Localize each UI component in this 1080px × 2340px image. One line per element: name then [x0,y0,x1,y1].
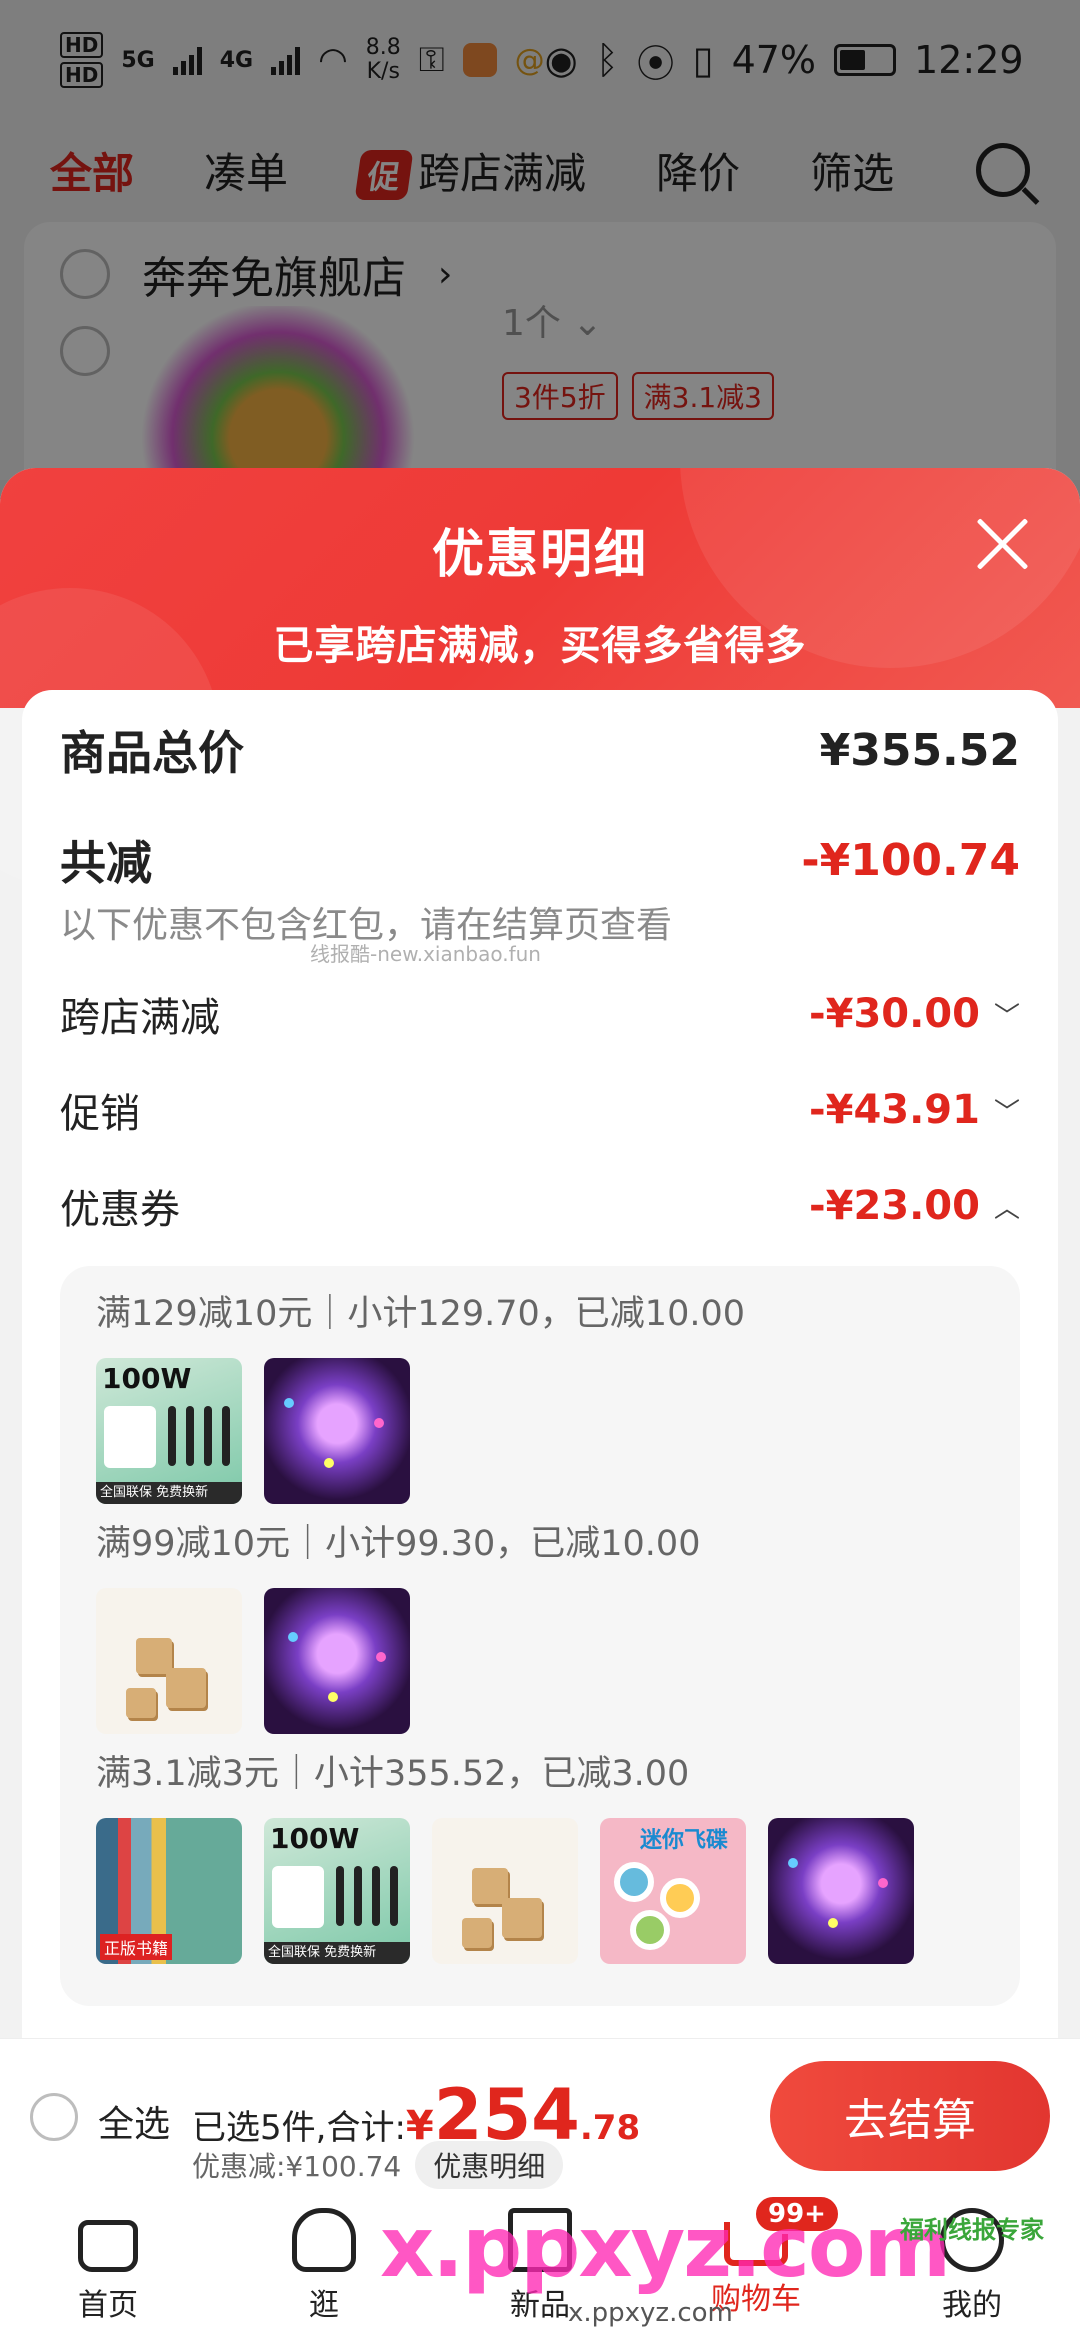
cable [222,1406,230,1466]
cable [336,1866,344,1926]
checkout-button[interactable]: 去结算 [770,2061,1050,2171]
discount-item-label: 跨店满减 [60,995,220,1041]
checkout-discount-line: 优惠减:¥100.74 优惠明细 [192,2141,564,2189]
cable [372,1866,380,1926]
total-saved-value: -¥100.74 [801,834,1020,886]
product-thumb-wings[interactable] [768,1818,914,1964]
amount-decimal: .78 [579,2108,641,2148]
light-dot [376,1652,386,1662]
discount-item-value: -¥23.00 [809,1183,980,1229]
light-dot [374,1418,384,1428]
sheet-body: 商品总价 ¥355.52 共减 -¥100.74 以下优惠不包含红包，请在结算页… [22,690,1058,2038]
light-dot [328,1692,338,1702]
charger-plug [104,1406,156,1468]
puzzle-block [502,1898,542,1938]
discount-item-value: -¥43.91 [809,1087,980,1133]
close-icon[interactable] [974,516,1030,572]
cable [186,1406,194,1466]
thumb-title: 100W [270,1822,360,1855]
thumb-tag: 正版书籍 [100,1934,173,1960]
discount-item-promotion[interactable]: 促销 -¥43.91 ﹀ [60,1062,1020,1158]
discount-item-value: -¥30.00 [809,991,980,1037]
modal-overlay[interactable] [0,0,1080,480]
product-thumb-puzzle[interactable] [432,1818,578,1964]
thumb-bar: 全国联保 免费换新 [264,1942,410,1964]
puzzle-block [126,1688,156,1718]
chevron-up-icon: ︿ [993,1193,1020,1224]
browse-face-icon [292,2208,356,2272]
puzzle-block [462,1918,492,1948]
coupon-rule: 满3.1减3元｜小计355.52，已减3.00 [96,1754,690,1794]
light-dot [284,1398,294,1408]
tab-label: 首页 [78,2288,138,2323]
spinner-disc [630,1910,670,1950]
product-thumb-puzzle[interactable] [96,1588,242,1734]
discount-item-value-wrap: -¥30.00 ﹀ [809,991,1020,1037]
watermark-logo: 福利线报专家 [900,2216,1044,2244]
spinner-disc [614,1862,654,1902]
watermark-big: x.ppxyz.com [380,2198,951,2296]
select-all-label[interactable]: 全选 [98,2095,170,2147]
coupon-rule: 满99减10元｜小计99.30，已减10.00 [96,1524,701,1564]
light-dot [828,1918,838,1928]
coupon-products: 100W 全国联保 免费换新 [96,1358,984,1504]
total-saved-row: 共减 -¥100.74 [60,830,1020,891]
light-dot [288,1632,298,1642]
spinner-disc [660,1878,700,1918]
product-thumb-wings[interactable] [264,1358,410,1504]
tab-home[interactable]: 首页 [33,2208,183,2324]
checkout-bar: 全选 已选5件,合计: ¥ 254 .78 优惠减:¥100.74 优惠明细 去… [0,2038,1080,2190]
cable [354,1866,362,1926]
light-dot [324,1458,334,1468]
home-icon [78,2220,138,2272]
product-thumb-charger[interactable]: 100W 全国联保 免费换新 [264,1818,410,1964]
select-all-checkbox[interactable] [30,2093,78,2141]
total-price-value: ¥355.52 [819,724,1020,776]
chevron-down-icon: ﹀ [993,1001,1020,1032]
charger-plug [272,1866,324,1928]
discount-item-label: 促销 [60,1091,140,1137]
total-price-label: 商品总价 [60,726,244,780]
coupon-products [96,1588,984,1734]
total-price-row: 商品总价 ¥355.52 [60,720,1020,781]
tab-label: 我的 [942,2288,1002,2323]
coupon-rule: 满129减10元｜小计129.70，已减10.00 [96,1294,746,1334]
thumb-bar: 全国联保 免费换新 [96,1482,242,1504]
cable [168,1406,176,1466]
cable [204,1406,212,1466]
discount-amount-text: 优惠减:¥100.74 [192,2150,402,2183]
light-dot [878,1878,888,1888]
puzzle-block [166,1668,206,1708]
thumb-title: 100W [102,1362,192,1395]
light-dot [788,1858,798,1868]
discount-item-coupon[interactable]: 优惠券 -¥23.00 ︿ [60,1158,1020,1254]
product-thumb-spinner[interactable]: 迷你飞碟 [600,1818,746,1964]
coupon-detail-box: 满129减10元｜小计129.70，已减10.00 100W 全国联保 免费换新… [60,1266,1020,2006]
product-thumb-books[interactable]: 正版书籍 [96,1818,242,1964]
tab-browse[interactable]: 逛 [249,2208,399,2324]
discount-detail-sheet: 优惠明细 已享跨店满减，买得多省得多 商品总价 ¥355.52 共减 -¥100… [0,468,1080,2038]
chevron-down-icon: ﹀ [993,1097,1020,1128]
discount-item-cross-store[interactable]: 跨店满减 -¥30.00 ﹀ [60,966,1020,1062]
watermark-small: x.ppxyz.com [568,2298,733,2328]
discount-item-value-wrap: -¥43.91 ﹀ [809,1087,1020,1133]
tab-label: 逛 [309,2288,339,2323]
discount-item-value-wrap: -¥23.00 ︿ [809,1183,1020,1229]
discount-item-label: 优惠券 [60,1187,180,1233]
total-saved-label: 共减 [60,836,152,890]
product-thumb-wings[interactable] [264,1588,410,1734]
checkout-summary: 已选5件,合计: ¥ 254 .78 [192,2074,641,2156]
discount-detail-button[interactable]: 优惠明细 [415,2141,564,2189]
cable [390,1866,398,1926]
product-thumb-charger[interactable]: 100W 全国联保 免费换新 [96,1358,242,1504]
amount-integer: 254 [433,2074,580,2156]
thumb-title: 迷你飞碟 [640,1828,729,1853]
coupon-products: 正版书籍 100W 全国联保 免费换新 迷你飞碟 [96,1818,984,1964]
sheet-header: 优惠明细 已享跨店满减，买得多省得多 [0,468,1080,888]
